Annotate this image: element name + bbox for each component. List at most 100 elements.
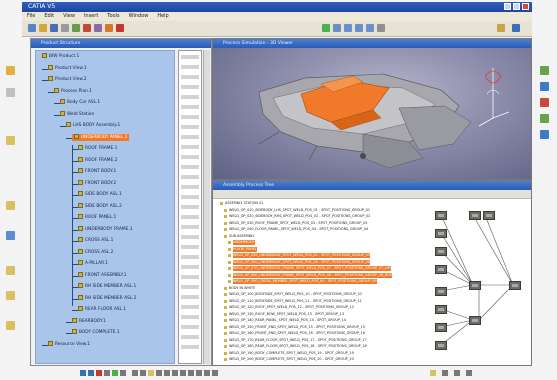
process-row[interactable]: FLOOR_PANEL [233,246,257,252]
process-row[interactable]: WELD_OP_100_BODYSIDE_SPOT_WELD_POS_10 - … [229,292,362,297]
process-row[interactable]: WELD_OP_050_UNDERBODY_SPOT_WELD_POS_05 -… [233,253,370,258]
tree-node[interactable]: REARBODY.1 [72,317,106,325]
sequence-icon[interactable] [140,370,146,376]
tree-node[interactable]: FRONT BODY.2 [78,179,116,187]
process-row[interactable]: WELD_OP_200_BODY_COMPLETE_SPOT_WELD_POS_… [229,357,354,362]
tree-node[interactable]: RH SIDE MEMBER ASL.1 [78,283,136,290]
weld-gun-icon[interactable] [180,370,186,376]
cut-icon[interactable] [72,24,80,32]
tree-node[interactable]: UNDERBODY FRAME.1 [78,225,132,233]
pert-node[interactable] [435,323,447,332]
record-icon[interactable] [120,370,126,376]
pan-icon[interactable] [333,24,341,32]
measure-icon[interactable] [540,82,549,91]
process-row[interactable]: WELD_OP_010_SIDEBODY_LHS_SPOT_WELD_POS_0… [229,208,370,213]
process-row[interactable]: WELD_OP_150_FRONT_END_SPOT_WELD_POS_15 -… [229,325,365,330]
tree-node[interactable]: ROOF FRAME.1 [78,145,117,152]
process-row[interactable]: WELD_OP_020_SIDEBODY_RHS_SPOT_WELD_POS_0… [229,214,370,219]
undo-icon[interactable] [105,24,113,32]
menu-view[interactable]: View [63,12,75,21]
print-icon[interactable] [61,24,69,32]
tree-node[interactable]: Resource View.1 [48,340,90,348]
pert-node[interactable] [469,211,481,220]
teach-icon[interactable] [164,370,170,376]
tree-node[interactable]: Weld Station [60,110,94,118]
process-row[interactable]: ASSEMBLY STATION 01 [225,201,263,206]
station-icon[interactable] [6,321,15,330]
tree-node[interactable]: Body Car ASL.1 [60,99,100,106]
play-icon[interactable] [80,370,86,376]
process-row[interactable]: WELD_OP_080_UNDERBODY_FRAME_SPOT_WELD_PO… [233,272,392,278]
axis-compass-icon[interactable] [478,68,510,127]
pert-node[interactable] [435,247,447,256]
process-row[interactable]: WELD_OP_070_UNDERBODY_FRAME_SPOT_WELD_PO… [233,266,392,271]
help-icon[interactable] [512,24,520,32]
rotate-icon[interactable] [344,24,352,32]
simulate-icon[interactable] [112,370,118,376]
step-icon[interactable] [88,370,94,376]
fixture-icon[interactable] [188,370,194,376]
zoom-out-icon[interactable] [366,24,374,32]
path-icon[interactable] [156,370,162,376]
tree-node[interactable]: ROOF PANEL.1 [78,214,116,221]
menu-file[interactable]: File [27,12,35,21]
simulation-icon[interactable] [6,231,15,240]
tree-node[interactable]: ROOF FRAME.2 [78,156,117,164]
process-row[interactable]: WELD_OP_090_CROSS_MEMBER_SPOT_WELD_POS_0… [233,279,377,284]
process-row[interactable]: WELD_OP_170_REAR_FLOOR_SPOT_WELD_POS_17 … [229,338,367,343]
pert-node[interactable] [469,316,481,325]
process-row[interactable]: SUB ASSEMBLY [229,234,255,239]
spot-icon[interactable] [6,291,15,300]
process-row[interactable]: UNDERBODY [233,240,255,245]
process-row[interactable]: WELD_OP_140_REAR_PANEL_SPOT_WELD_POS_14 … [229,318,346,323]
pert-node[interactable] [435,265,447,274]
save-icon[interactable] [50,24,58,32]
tree-node[interactable]: BIW Product.1 [42,53,79,60]
compass-toggle-icon[interactable] [442,370,448,376]
tree-node[interactable]: Product View.1 [48,64,87,72]
copy-icon[interactable] [83,24,91,32]
pert-node[interactable] [509,281,521,290]
tree-node[interactable]: BODY COMPLETE.1 [72,329,120,336]
normal-view-icon[interactable] [377,24,385,32]
pert-node[interactable] [483,211,495,220]
close-button[interactable] [522,3,529,10]
minimize-button[interactable] [504,3,511,10]
process-row[interactable]: WELD_OP_110_BODYSIDE_SPOT_WELD_POS_11 - … [229,299,362,304]
view-mode-icon[interactable] [454,370,460,376]
redo-icon[interactable] [116,24,124,32]
jog-icon[interactable] [172,370,178,376]
tree-node[interactable]: REAR FLOOR ASL.1 [78,306,126,313]
zoom-in-icon[interactable] [355,24,363,32]
process-icon[interactable] [6,201,15,210]
process-row[interactable]: WELD_OP_120_ROOF_SPOT_WELD_POS_12 - SPOT… [229,305,354,310]
tree-node[interactable]: RH SIDE MEMBER ASL.2 [78,294,136,302]
maximize-button[interactable] [513,3,520,10]
process-row[interactable]: WELD_OP_160_FRONT_END_SPOT_WELD_POS_16 -… [229,331,365,336]
pert-node[interactable] [469,281,481,290]
clamp-icon[interactable] [196,370,202,376]
process-row[interactable]: WELD_OP_190_BODY_COMPLETE_SPOT_WELD_POS_… [229,351,354,356]
process-row[interactable]: WELD_OP_030_ROOF_FRAME_SPOT_WELD_POS_03 … [229,221,367,226]
tree-node[interactable]: FRONT BODY.1 [78,168,116,175]
product-icon[interactable] [6,88,15,97]
pert-node[interactable] [435,229,447,238]
weld-icon[interactable] [6,266,15,275]
process-row[interactable]: BODY IN WHITE [229,286,255,291]
pert-node[interactable] [435,211,447,220]
tree-node[interactable]: SIDE BODY ASL.1 [78,191,122,198]
robot-icon[interactable] [540,130,549,139]
process-row[interactable]: WELD_OP_060_UNDERBODY_SPOT_WELD_POS_06 -… [233,259,370,265]
reverse-icon[interactable] [104,370,110,376]
paste-icon[interactable] [94,24,102,32]
tree-node[interactable]: CROSS ASL.1 [78,237,113,244]
process-row[interactable]: WELD_OP_040_FLOOR_PANEL_SPOT_WELD_POS_04… [229,227,368,232]
render-icon[interactable] [466,370,472,376]
process-row[interactable]: WELD_OP_180_REAR_FLOOR_SPOT_WELD_POS_18 … [229,344,367,349]
tree-node[interactable]: SIDE BODY ASL.2 [78,202,122,210]
tools-icon[interactable] [497,24,505,32]
process-row[interactable]: WELD_OP_130_ROOF_BOW_SPOT_WELD_POS_13 - … [229,312,344,317]
tree-scrollbar[interactable] [203,50,210,364]
pert-node[interactable] [435,287,447,296]
pert-node[interactable] [435,305,447,314]
